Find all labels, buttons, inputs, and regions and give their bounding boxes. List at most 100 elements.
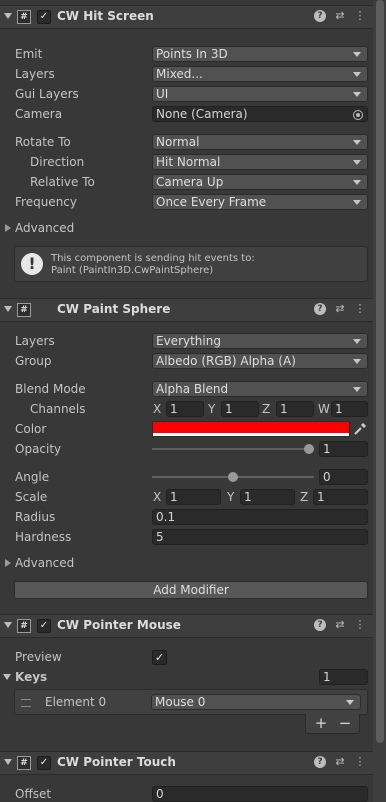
radius-field[interactable]: 0.1 [152,509,368,525]
help-icon[interactable]: ? [314,756,326,768]
offset-value: 0 [156,787,164,801]
offset-field[interactable]: 0 [152,786,368,802]
group-label: Group [15,354,52,368]
camera-object-field[interactable]: None (Camera) [152,106,368,122]
advanced-foldout[interactable]: Advanced [0,219,200,237]
rotate-to-label: Rotate To [15,135,71,149]
camera-label: Camera [15,107,63,121]
presets-icon[interactable]: ⇄ [334,10,346,22]
direction-value: Hit Normal [156,155,221,169]
paint-sphere-header[interactable]: # CW Paint Sphere ? ⇄ ⋮ [0,298,373,322]
foldout-arrow-icon[interactable] [4,759,12,765]
emit-value: Points In 3D [156,47,228,61]
add-element-button[interactable]: + [312,714,330,732]
scale-z-field[interactable]: 1 [313,489,368,505]
relative-to-label: Relative To [30,175,95,189]
keys-size-field[interactable]: 1 [319,669,368,685]
add-modifier-button[interactable]: Add Modifier [14,581,368,599]
keys-foldout[interactable]: Keys [0,668,150,686]
slider-thumb[interactable] [228,472,238,482]
foldout-arrow-icon[interactable] [4,622,12,628]
element-0-dropdown[interactable]: Mouse 0 [151,694,361,710]
blend-mode-dropdown[interactable]: Alpha Blend [152,381,368,397]
enabled-checkbox[interactable]: ✓ [37,756,51,770]
eyedropper-icon[interactable] [352,421,368,437]
channel-y-field[interactable]: 1 [221,401,259,417]
angle-slider[interactable] [152,470,314,484]
color-alpha-bar [153,433,349,436]
preview-checkbox[interactable]: ✓ [152,650,167,665]
channel-w-field[interactable]: 1 [331,401,368,417]
help-icon[interactable]: ? [314,303,326,315]
component-title: CW Paint Sphere [57,302,171,316]
script-icon: # [17,619,31,633]
advanced-foldout[interactable]: Advanced [0,554,200,572]
channel-z-value: 1 [280,402,288,416]
opacity-value: 1 [323,442,331,456]
presets-icon[interactable]: ⇄ [334,619,346,631]
offset-label: Offset [15,787,52,801]
group-dropdown[interactable]: Albedo (RGB) Alpha (A) [152,353,368,369]
frequency-dropdown[interactable]: Once Every Frame [152,194,368,210]
emit-dropdown[interactable]: Points In 3D [152,46,368,62]
help-icon[interactable]: ? [314,619,326,631]
foldout-arrow-icon [5,559,11,567]
channel-x-field[interactable]: 1 [166,401,204,417]
angle-field[interactable]: 0 [319,469,368,485]
context-menu-icon[interactable]: ⋮ [354,756,366,768]
emit-label: Emit [15,47,43,61]
drag-handle-icon[interactable] [21,699,31,707]
channel-w-label: W [318,402,330,416]
hardness-field[interactable]: 5 [152,529,368,545]
object-picker-icon[interactable] [353,110,363,120]
hardness-value: 5 [156,530,164,544]
rotate-to-dropdown[interactable]: Normal [152,134,368,150]
remove-element-button[interactable]: − [336,714,354,732]
foldout-arrow-icon[interactable] [4,306,12,312]
color-field[interactable] [152,421,350,437]
context-menu-icon[interactable]: ⋮ [354,10,366,22]
layers-dropdown[interactable]: Everything [152,333,368,349]
dropdown-arrow-icon [346,700,354,705]
help-icon[interactable]: ? [314,10,326,22]
info-icon: ! [21,253,43,275]
enabled-checkbox[interactable]: ✓ [37,619,51,633]
slider-track [152,448,314,450]
script-icon: # [17,10,31,24]
channel-x-value: 1 [170,402,178,416]
layers-label: Layers [15,67,55,81]
hardness-label: Hardness [15,530,72,544]
blend-mode-label: Blend Mode [15,382,86,396]
element-0-value: Mouse 0 [155,695,206,709]
relative-to-dropdown[interactable]: Camera Up [152,174,368,190]
context-menu-icon[interactable]: ⋮ [354,303,366,315]
list-footer: + − [305,714,360,734]
dropdown-arrow-icon [353,52,361,57]
context-menu-icon[interactable]: ⋮ [354,619,366,631]
presets-icon[interactable]: ⇄ [334,303,346,315]
channel-w-value: 1 [335,402,343,416]
pointer-mouse-header[interactable]: # ✓ CW Pointer Mouse ? ⇄ ⋮ [0,614,373,638]
channel-z-field[interactable]: 1 [276,401,314,417]
keys-size-value: 1 [323,670,331,684]
scale-x-field[interactable]: 1 [166,489,221,505]
scrollbar-thumb[interactable] [376,0,384,743]
pointer-touch-header[interactable]: # ✓ CW Pointer Touch ? ⇄ ⋮ [0,751,373,775]
layers-value: Mixed... [156,67,203,81]
layers-value: Everything [156,334,221,348]
gui-layers-dropdown[interactable]: UI [152,86,368,102]
slider-thumb[interactable] [304,444,314,454]
layers-dropdown[interactable]: Mixed... [152,66,368,82]
scale-y-label: Y [227,490,235,504]
opacity-field[interactable]: 1 [319,441,368,457]
opacity-slider[interactable] [152,442,314,456]
info-line-2: Paint (PaintIn3D.CwPaintSphere) [51,265,214,276]
hit-screen-header[interactable]: # ✓ CW Hit Screen ? ⇄ ⋮ [0,5,373,29]
enabled-checkbox[interactable]: ✓ [37,10,51,24]
foldout-arrow-icon[interactable] [4,13,12,19]
presets-icon[interactable]: ⇄ [334,756,346,768]
direction-dropdown[interactable]: Hit Normal [152,154,368,170]
script-icon: # [17,756,31,770]
scale-z-label: Z [300,490,309,504]
scale-y-field[interactable]: 1 [240,489,295,505]
